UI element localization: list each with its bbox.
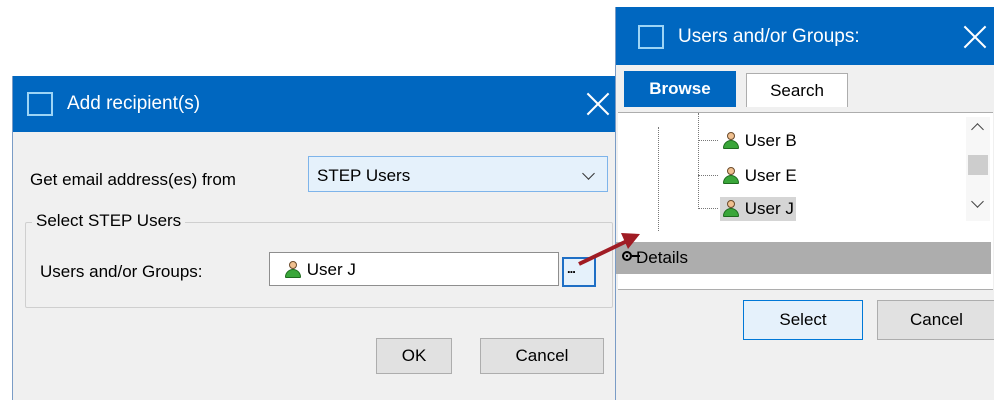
callout-arrow (578, 233, 640, 266)
callout-arrow-line (578, 239, 628, 266)
